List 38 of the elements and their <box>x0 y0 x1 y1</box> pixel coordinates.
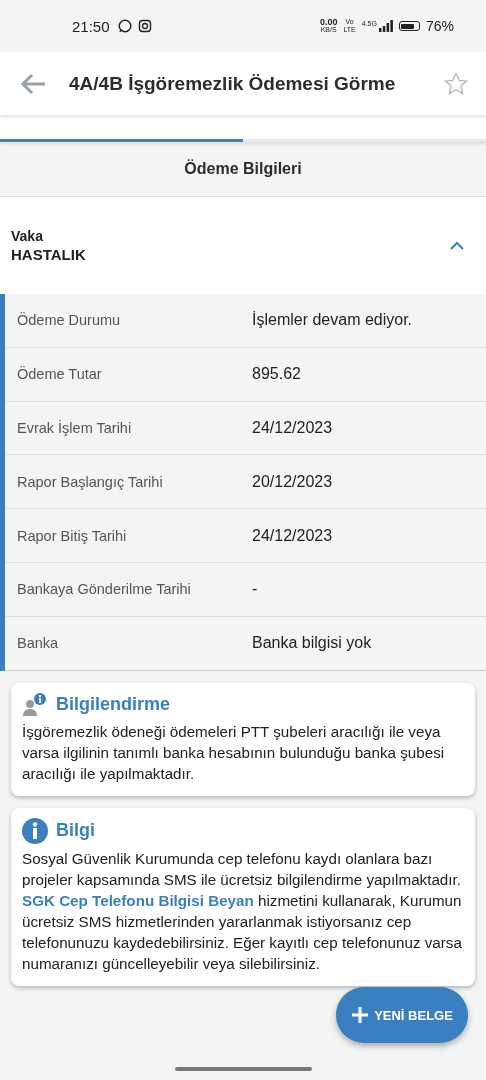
field-label: Ödeme Tutar <box>17 366 103 383</box>
field-label: Banka <box>17 635 60 652</box>
link[interactable]: SGK Cep Telefonu Bilgisi Beyan <box>22 891 254 909</box>
camera-icon <box>137 19 152 33</box>
field-label: Rapor Başlangıç Tarihi <box>17 473 164 490</box>
card-text: Sosyal Güvenlik Kurumunda cep telefonu kaydı olanlara bazı projeler kapsamında SMS ile ücretsiz bilgilendirme yapılmaktadır. SGK Cep Telefonu Bilgisi Beyan hizmetini kullanarak, Kurumun ücretsiz SMS hizmetlerinden yararlanmak istiyorsanız cep telefonunuzu kaydedebilirsiniz. Eğer kayıtlı cep telefonunuz varsa numaranızı güncelleyebilir veya silebilirsiniz. <box>22 848 463 974</box>
field-label: Evrak İşlem Tarihi <box>17 420 133 436</box>
field-value: 24/12/2023 <box>252 526 333 545</box>
person-info-icon <box>22 692 48 717</box>
tab[interactable] <box>0 139 243 142</box>
plus-icon <box>351 1006 370 1024</box>
signal-icon <box>378 20 393 32</box>
network-speed: 0.00 <box>319 18 338 26</box>
case-value: HASTALIK <box>11 246 86 263</box>
field-value: - <box>252 580 258 599</box>
field-value: 895.62 <box>252 365 301 384</box>
chat-icon <box>117 19 132 33</box>
field-label: Bankaya Gönderilme Tarihi <box>17 581 192 598</box>
info-icon <box>22 817 48 844</box>
field-label: Rapor Bitiş Tarihi <box>17 527 128 544</box>
section-title: Ödeme Bilgileri <box>184 160 302 178</box>
field-value: İşlemler devam ediyor. <box>252 311 413 330</box>
battery-icon <box>398 21 420 31</box>
back-arrow-icon <box>20 72 46 95</box>
card-title: Bilgi <box>56 820 95 842</box>
battery-percent: 76% <box>425 18 454 34</box>
case-header[interactable]: Vaka HASTALIK <box>0 197 486 294</box>
field-value: 20/12/2023 <box>252 472 333 491</box>
home-indicator[interactable] <box>175 1067 312 1071</box>
card-text: İşgöremezlik ödeneği ödemeleri PTT şubeleri aracılığı ile veya varsa ilgilinin tanımlı banka hesabının bulunduğu banka şubesi aracılığı ile yapılmaktadır. <box>22 721 446 784</box>
field-label: Ödeme Durumu <box>17 312 122 329</box>
new-document-button[interactable]: YENİ BELGE <box>336 987 468 1043</box>
card-title: Bilgilendirme <box>56 694 171 716</box>
clock-time: 21:50 <box>72 17 110 35</box>
page-title: 4A/4B İşgöremezlik Ödemesi Görme <box>69 72 397 95</box>
field-value: 24/12/2023 <box>252 419 333 437</box>
field-value: Banka bilgisi yok <box>252 634 372 653</box>
case-label: Vaka <box>11 228 44 244</box>
